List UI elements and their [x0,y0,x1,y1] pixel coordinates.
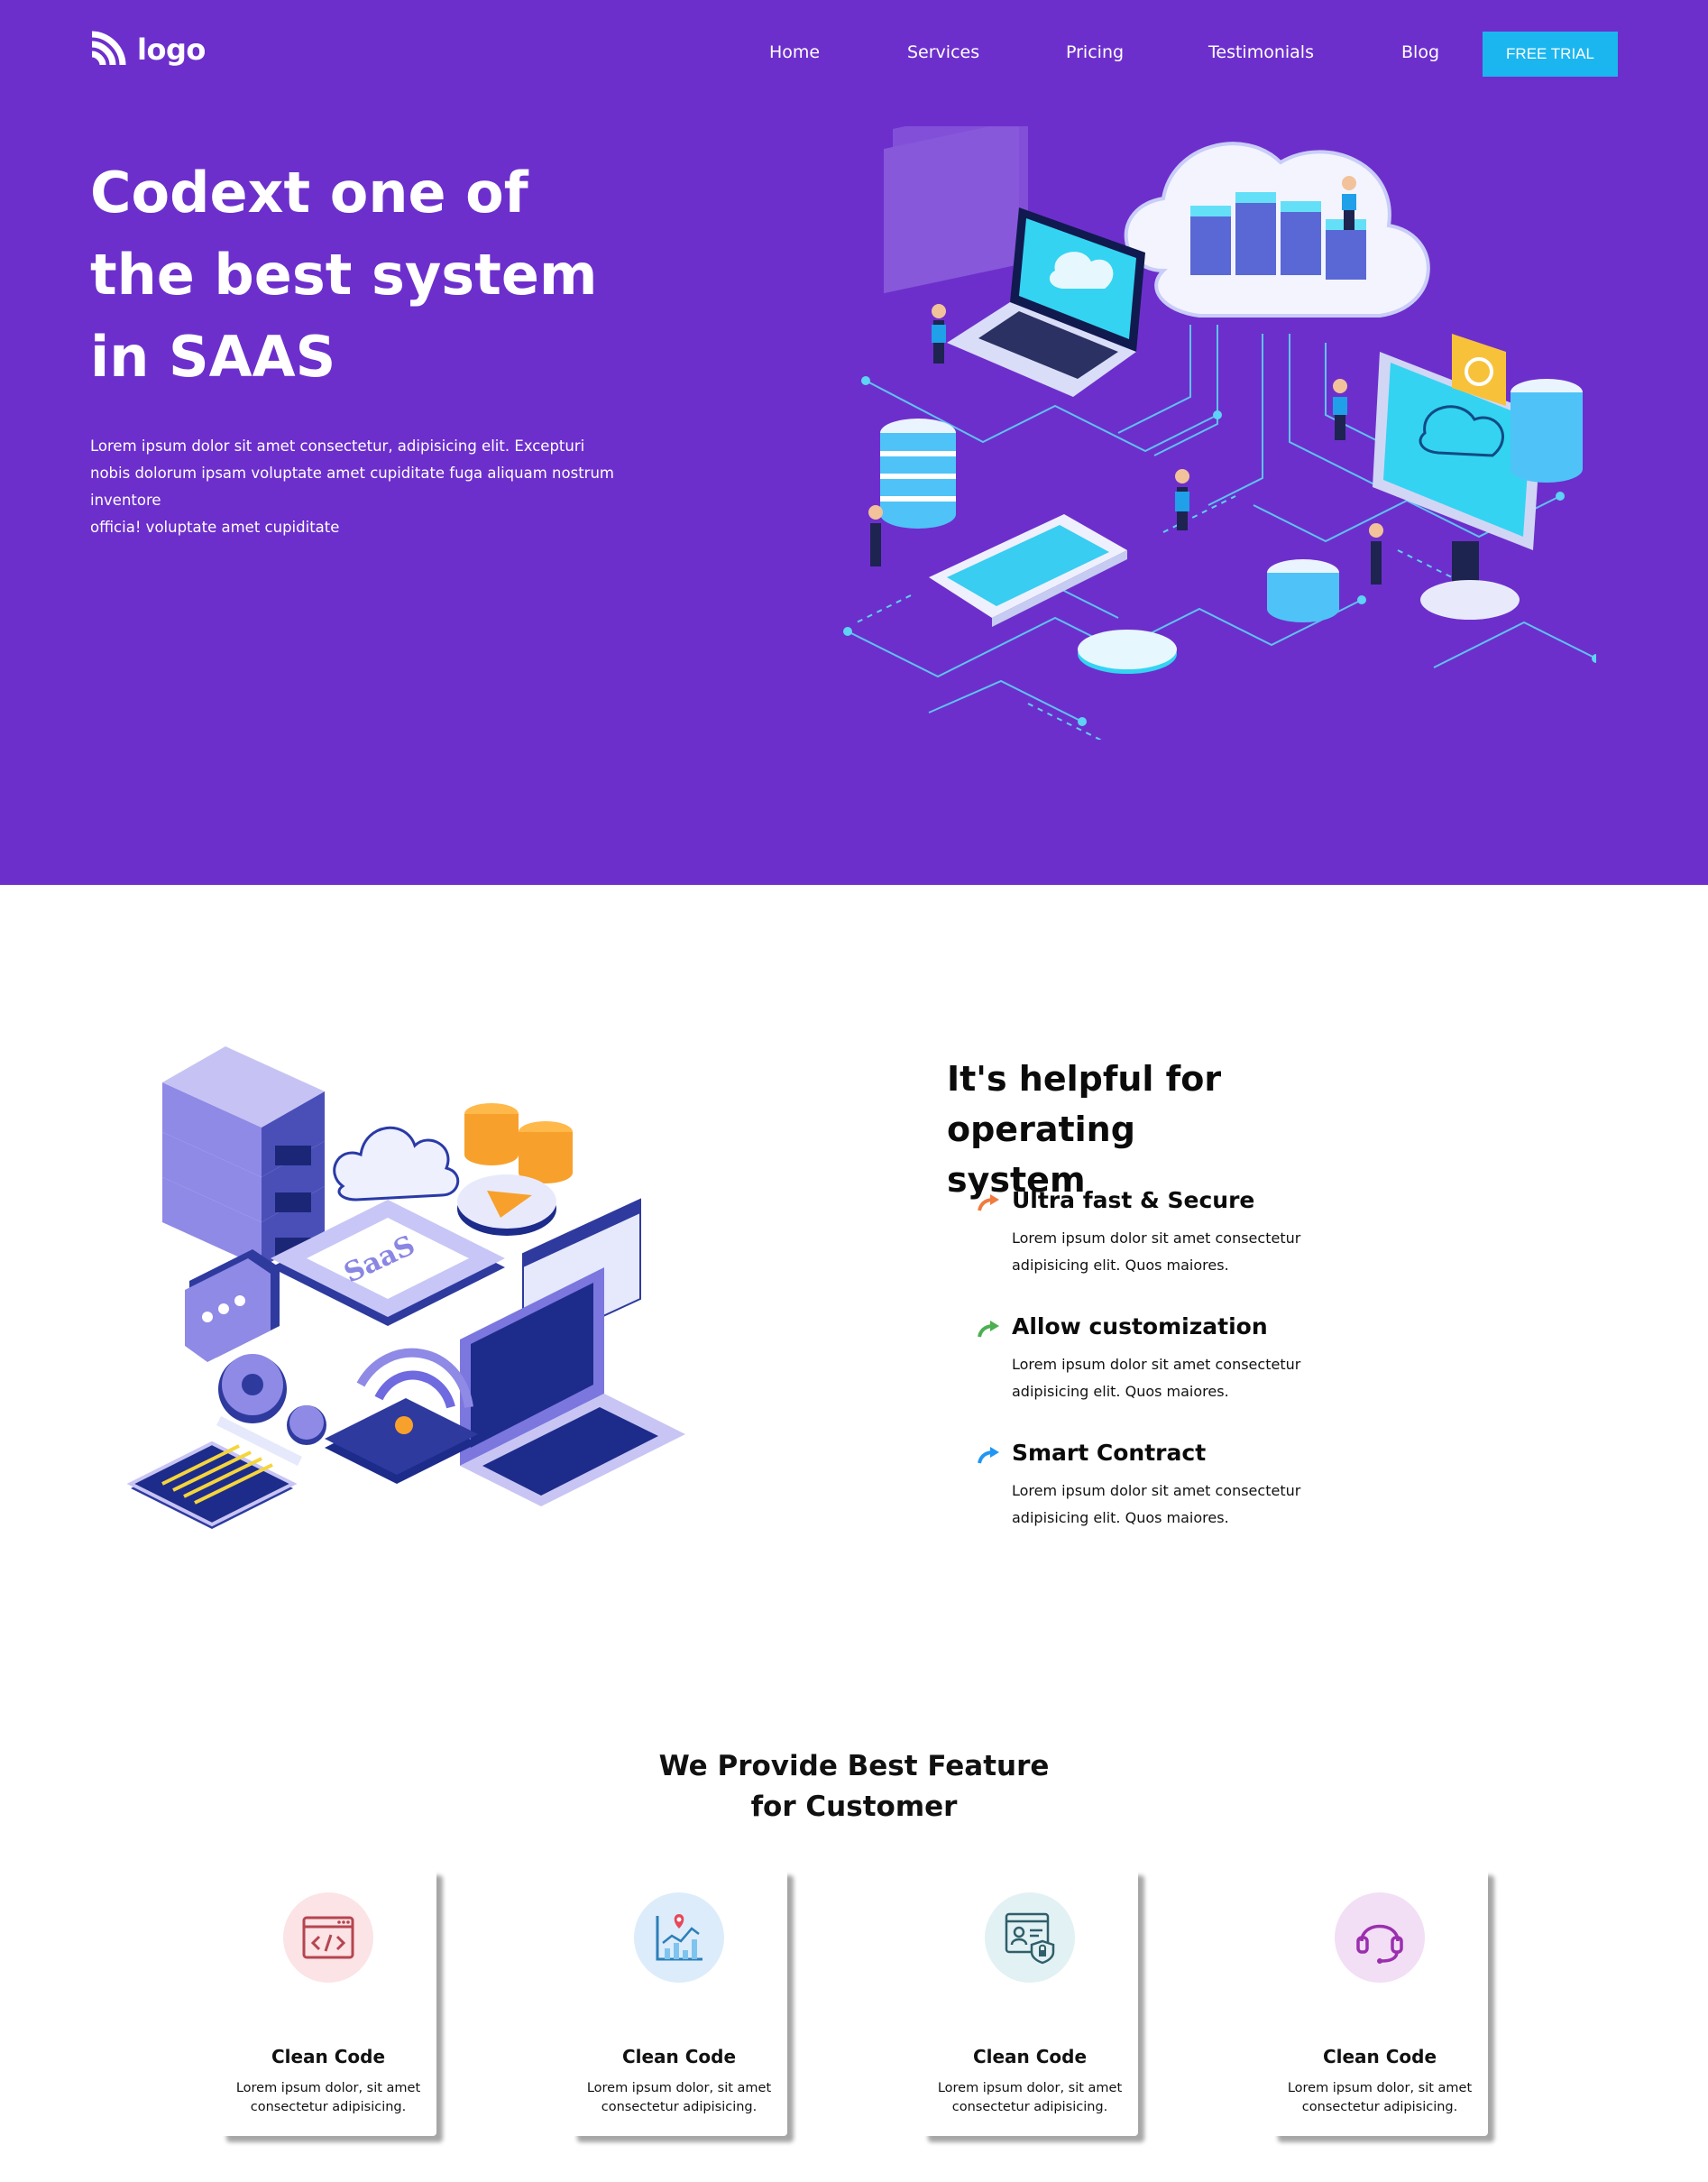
card-text-line: Lorem ipsum dolor, sit amet [586,2081,772,2095]
card-text-line: Lorem ipsum dolor, sit amet [937,2081,1123,2095]
card-text-line: Lorem ipsum dolor, sit amet [1287,2081,1473,2095]
card-description: Lorem ipsum dolor, sit amet consectetur … [233,2079,424,2117]
card-text-line: consectetur adipisicing. [951,2100,1108,2114]
section-title: It's helpful for operating system [947,1054,1398,1205]
hero-title-line: Codext one of [90,160,528,226]
cloud-network-illustration [843,126,1596,740]
card-icon-circle [1335,1892,1425,1983]
secure-profile-icon [1005,1912,1055,1965]
phone-platform [929,514,1127,627]
hero-title: Codext one of the best system in SAAS [90,152,649,398]
card-text-line: consectetur adipisicing. [1301,2100,1458,2114]
forward-arrow-icon [978,1321,999,1338]
card-description: Lorem ipsum dolor, sit amet consectetur … [583,2079,775,2117]
card-title: Clean Code [1322,2046,1437,2067]
hero-description: Lorem ipsum dolor sit amet consectetur, … [90,433,685,541]
cloud-servers-group [1124,142,1430,318]
card-text-line: consectetur adipisicing. [250,2100,407,2114]
nav-home[interactable]: Home [769,42,820,62]
hero-section: logo Home Services Pricing Testimonials … [0,0,1708,885]
services-title: We Provide Best Feature for Customer [583,1746,1125,1828]
card-text-line: Lorem ipsum dolor, sit amet [235,2081,421,2095]
feature-title: Smart Contract [1012,1440,1207,1466]
card-icon-circle [985,1892,1075,1983]
services-title-line: for Customer [750,1791,958,1823]
service-card[interactable]: Clean Code Lorem ipsum dolor, sit amet c… [1272,1869,1488,2136]
feature-text-line: adipisicing elit. Quos maiores. [1012,1383,1229,1400]
hero-text-line: officia! voluptate amet cupiditate [90,519,340,536]
feature-description: Lorem ipsum dolor sit amet consectetur a… [1012,1478,1354,1532]
card-title: Clean Code [972,2046,1088,2067]
service-card[interactable]: Clean Code Lorem ipsum dolor, sit amet c… [571,1869,787,2136]
feature-text-line: Lorem ipsum dolor sit amet consectetur [1012,1356,1301,1373]
card-text-line: consectetur adipisicing. [601,2100,758,2114]
card-icon-circle [634,1892,724,1983]
card-icon-circle [283,1892,373,1983]
feature-text-line: Lorem ipsum dolor sit amet consectetur [1012,1229,1301,1247]
nav-blog[interactable]: Blog [1401,42,1439,62]
feature-description: Lorem ipsum dolor sit amet consectetur a… [1012,1351,1354,1405]
service-card[interactable]: Clean Code Lorem ipsum dolor, sit amet c… [220,1869,436,2136]
database-small [1267,559,1339,622]
forward-arrow-icon [978,1194,999,1211]
main-nav: Home Services Pricing Testimonials Blog [0,32,1708,77]
services-title-line: We Provide Best Feature [658,1750,1050,1782]
card-title: Clean Code [621,2046,737,2067]
nav-services[interactable]: Services [907,42,979,62]
service-card[interactable]: Clean Code Lorem ipsum dolor, sit amet c… [922,1869,1138,2136]
feature-description: Lorem ipsum dolor sit amet consectetur a… [1012,1225,1354,1279]
code-window-icon [302,1916,354,1959]
hero-text-line: nobis dolorum ipsam voluptate amet cupid… [90,465,614,509]
feature-text-line: adipisicing elit. Quos maiores. [1012,1257,1229,1274]
hero-title-line: in SAAS [90,324,336,390]
forward-arrow-icon [978,1447,999,1464]
card-description: Lorem ipsum dolor, sit amet consectetur … [934,2079,1125,2117]
hero-title-line: the best system [90,242,598,308]
saas-illustration: SaaS [126,1046,685,1529]
nav-testimonials[interactable]: Testimonials [1208,42,1314,62]
section-title-line: It's helpful for operating [947,1059,1222,1149]
nav-pricing[interactable]: Pricing [1066,42,1124,62]
free-trial-button[interactable]: FREE TRIAL [1483,32,1618,77]
database-left [880,419,956,529]
feature-text-line: adipisicing elit. Quos maiores. [1012,1509,1229,1526]
feature-text-line: Lorem ipsum dolor sit amet consectetur [1012,1482,1301,1499]
card-description: Lorem ipsum dolor, sit amet consectetur … [1284,2079,1475,2117]
headset-support-icon [1356,1924,1403,1964]
database-right [1511,379,1583,483]
monitor-group [1373,334,1542,620]
hero-text-line: Lorem ipsum dolor sit amet consectetur, … [90,437,585,455]
card-title: Clean Code [271,2046,386,2067]
feature-title: Allow customization [1012,1313,1268,1340]
analytics-chart-icon [656,1914,702,1961]
feature-title: Ultra fast & Secure [1012,1187,1255,1213]
